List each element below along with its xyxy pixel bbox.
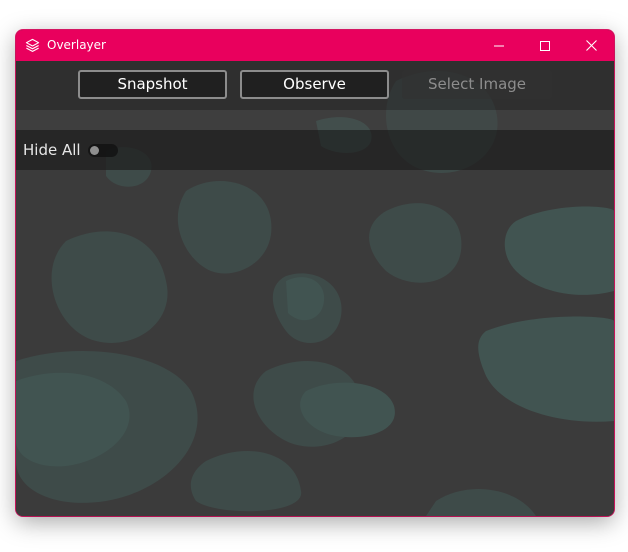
layers-icon [25,38,40,52]
minimize-button[interactable] [476,30,522,61]
snapshot-button[interactable]: Snapshot [78,70,227,99]
hide-all-label: Hide All [23,141,81,159]
window-title: Overlayer [47,38,106,52]
maximize-icon [540,40,550,51]
hide-all-toggle[interactable] [88,144,118,157]
app-window: Overlayer Snapshot Observe Select Image … [16,30,614,516]
select-image-button[interactable]: Select Image [402,70,552,99]
toggle-knob [90,146,99,155]
close-button[interactable] [568,30,614,61]
overlay-area[interactable]: Snapshot Observe Select Image Hide All [16,61,614,516]
maximize-button[interactable] [522,30,568,61]
observe-button[interactable]: Observe [240,70,389,99]
options-bar: Hide All [16,130,614,170]
minimize-icon [494,45,504,46]
toolbar: Snapshot Observe Select Image [16,61,614,110]
toolbar-divider-strip [16,110,614,130]
close-icon [585,40,597,51]
title-bar[interactable]: Overlayer [16,30,614,61]
